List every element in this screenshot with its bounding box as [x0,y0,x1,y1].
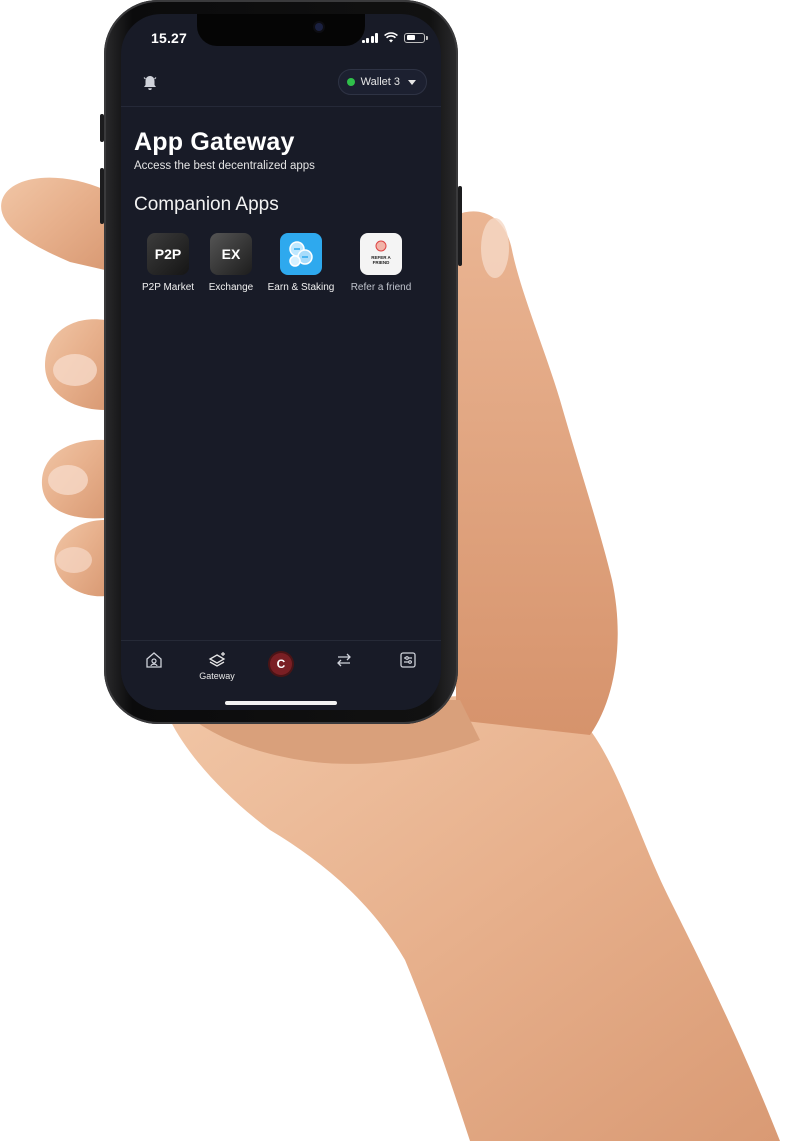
chevron-down-icon [408,79,416,85]
app-label: Earn & Staking [267,282,335,293]
battery-icon [404,32,428,43]
page-title: App Gateway [134,128,295,156]
bell-icon[interactable] [141,74,159,92]
phone-screen: 15.27 Wallet 3 App Gateway Access the be… [121,14,441,710]
wifi-icon [384,32,398,43]
nav-settings[interactable] [383,651,433,669]
nav-swap[interactable] [319,651,369,669]
page-subtitle: Access the best decentralized apps [134,160,315,172]
nav-gateway[interactable]: Gateway [192,651,242,681]
wallet-status-dot [346,78,355,86]
status-icons [361,32,428,43]
coins-icon [280,233,322,275]
gateway-icon [208,652,226,667]
refer-a-friend-icon: REFER A FRIEND [360,233,402,275]
exchange-icon: EX [210,233,252,275]
nav-center[interactable]: C [256,651,306,675]
nav-home[interactable] [129,651,179,669]
signal-icon [361,32,378,43]
exchange-icon-text: EX [221,246,241,262]
phone-side-button [100,114,104,142]
header-bar: Wallet 3 [121,62,441,107]
refer-icon-text: REFER A FRIEND [371,255,391,265]
phone-side-button [100,168,104,224]
nav-gateway-label: Gateway [199,671,235,681]
p2p-market-icon: P2P [147,233,189,275]
bottom-nav: Gateway C [121,640,441,710]
swap-icon [337,653,351,667]
app-label: Exchange [208,282,254,293]
wallet-label: Wallet 3 [360,76,400,88]
p2p-icon-text: P2P [154,246,182,262]
settings-icon [400,652,416,668]
wallet-selector-button[interactable]: Wallet 3 [337,69,427,95]
home-indicator[interactable] [225,701,337,705]
app-label: Refer a friend [350,282,412,293]
app-exchange[interactable]: EX Exchange [191,233,271,293]
section-title: Companion Apps [134,194,279,215]
camera-icon [315,23,323,31]
status-time: 15.27 [151,30,188,46]
home-icon [146,652,162,668]
center-logo: C [270,653,292,675]
notch [197,14,365,46]
app-refer-a-friend[interactable]: REFER A FRIEND Refer a friend [341,233,421,293]
phone-side-button [458,186,462,266]
app-earn-staking[interactable]: Earn & Staking [261,233,341,293]
